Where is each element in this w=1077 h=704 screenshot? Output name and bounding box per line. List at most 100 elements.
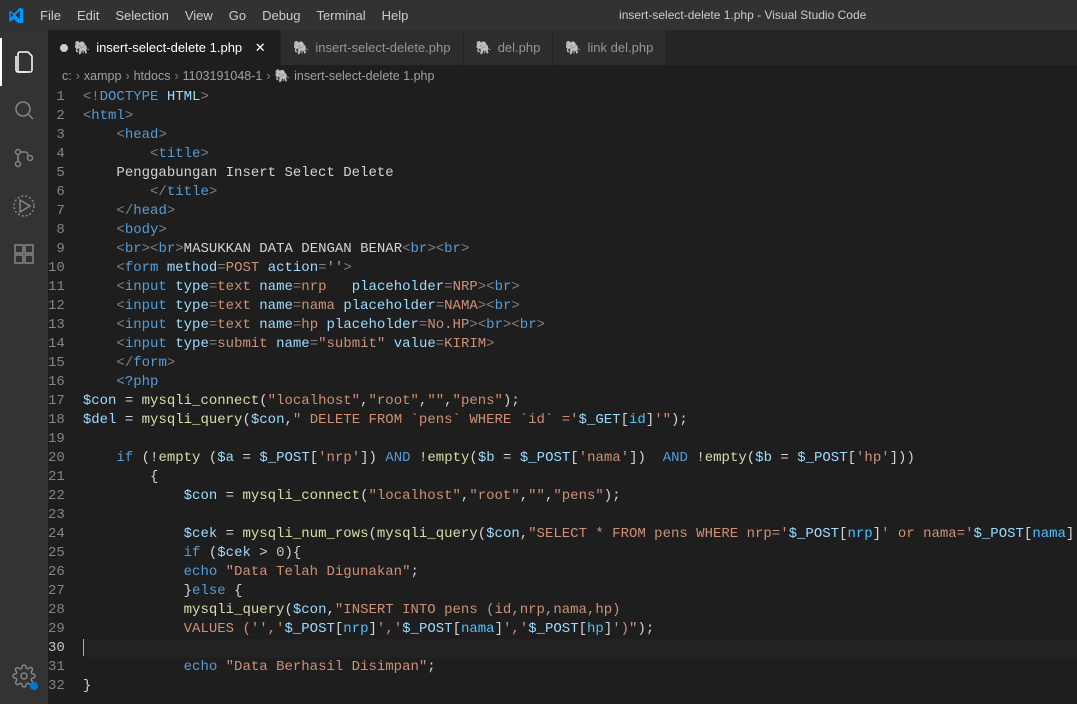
vscode-logo-icon — [8, 7, 24, 23]
code-line[interactable] — [83, 430, 1077, 449]
menu-item-view[interactable]: View — [177, 0, 221, 30]
menu-item-selection[interactable]: Selection — [107, 0, 176, 30]
line-number: 29 — [48, 620, 65, 639]
debug-alt-icon[interactable] — [0, 182, 48, 230]
window-title: insert-select-delete 1.php - Visual Stud… — [416, 8, 1069, 22]
line-number: 31 — [48, 658, 65, 677]
line-number: 11 — [48, 278, 65, 297]
code-line[interactable]: <input type=text name=nrp placeholder=NR… — [83, 278, 1077, 297]
menu-item-go[interactable]: Go — [221, 0, 254, 30]
breadcrumb-file[interactable]: insert-select-delete 1.php — [294, 69, 434, 83]
tab-label: link del.php — [588, 40, 654, 55]
chevron-right-icon: › — [174, 69, 178, 83]
line-number: 3 — [48, 126, 65, 145]
line-number: 30 — [48, 639, 65, 658]
line-number: 15 — [48, 354, 65, 373]
tab-label: del.php — [498, 40, 541, 55]
code-line[interactable]: { — [83, 468, 1077, 487]
line-number: 7 — [48, 202, 65, 221]
line-number: 32 — [48, 677, 65, 696]
code-line[interactable]: if (!empty ($a = $_POST['nrp']) AND !emp… — [83, 449, 1077, 468]
line-number: 28 — [48, 601, 65, 620]
code-line[interactable]: <?php — [83, 373, 1077, 392]
code-line[interactable]: }else { — [83, 582, 1077, 601]
tab-2[interactable]: 🐘 del.php — [464, 30, 554, 65]
code-line[interactable]: <body> — [83, 221, 1077, 240]
breadcrumb-part[interactable]: 1103191048-1 — [183, 69, 263, 83]
code-line[interactable] — [83, 639, 1077, 658]
line-number-gutter: 1234567891011121314151617181920212223242… — [48, 87, 83, 704]
breadcrumb-part[interactable]: xampp — [84, 69, 122, 83]
chevron-right-icon: › — [76, 69, 80, 83]
tab-1[interactable]: 🐘insert-select-delete.php — [281, 30, 463, 65]
line-number: 22 — [48, 487, 65, 506]
code-line[interactable]: Penggabungan Insert Select Delete — [83, 164, 1077, 183]
tab-3[interactable]: 🐘link del.php — [553, 30, 666, 65]
line-number: 19 — [48, 430, 65, 449]
line-number: 20 — [48, 449, 65, 468]
tab-label: insert-select-delete 1.php — [96, 40, 242, 55]
code-line[interactable]: VALUES ('','$_POST[nrp]','$_POST[nama]',… — [83, 620, 1077, 639]
settings-gear-icon[interactable] — [0, 652, 48, 700]
code-line[interactable] — [83, 506, 1077, 525]
code-line[interactable]: <html> — [83, 107, 1077, 126]
close-icon[interactable]: ✕ — [252, 40, 268, 56]
menu-item-help[interactable]: Help — [374, 0, 417, 30]
line-number: 25 — [48, 544, 65, 563]
code-line[interactable]: $con = mysqli_connect("localhost","root"… — [83, 487, 1077, 506]
line-number: 9 — [48, 240, 65, 259]
line-number: 2 — [48, 107, 65, 126]
code-line[interactable]: echo "Data Berhasil Disimpan"; — [83, 658, 1077, 677]
code-editor[interactable]: 1234567891011121314151617181920212223242… — [48, 87, 1077, 704]
code-line[interactable]: <head> — [83, 126, 1077, 145]
code-line[interactable]: </title> — [83, 183, 1077, 202]
chevron-right-icon: › — [266, 69, 270, 83]
line-number: 27 — [48, 582, 65, 601]
line-number: 23 — [48, 506, 65, 525]
code-line[interactable]: $del = mysqli_query($con," DELETE FROM `… — [83, 411, 1077, 430]
code-line[interactable]: if ($cek > 0){ — [83, 544, 1077, 563]
code-line[interactable]: <!DOCTYPE HTML> — [83, 88, 1077, 107]
line-number: 14 — [48, 335, 65, 354]
line-number: 5 — [48, 164, 65, 183]
code-line[interactable]: <br><br>MASUKKAN DATA DENGAN BENAR<br><b… — [83, 240, 1077, 259]
source-control-icon[interactable] — [0, 134, 48, 182]
code-content[interactable]: <!DOCTYPE HTML><html> <head> <title> Pen… — [83, 87, 1077, 704]
line-number: 17 — [48, 392, 65, 411]
breadcrumb[interactable]: c:›xampp›htdocs›1103191048-1›🐘insert-sel… — [48, 65, 1077, 87]
code-line[interactable]: <input type=text name=hp placeholder=No.… — [83, 316, 1077, 335]
line-number: 4 — [48, 145, 65, 164]
code-line[interactable]: <title> — [83, 145, 1077, 164]
menu-item-edit[interactable]: Edit — [69, 0, 107, 30]
line-number: 6 — [48, 183, 65, 202]
tab-label: insert-select-delete.php — [315, 40, 450, 55]
dirty-dot-icon — [60, 44, 68, 52]
code-line[interactable]: echo "Data Telah Digunakan"; — [83, 563, 1077, 582]
code-line[interactable]: <input type=submit name="submit" value=K… — [83, 335, 1077, 354]
files-icon[interactable] — [0, 38, 48, 86]
line-number: 16 — [48, 373, 65, 392]
menu-item-file[interactable]: File — [32, 0, 69, 30]
code-line[interactable]: mysqli_query($con,"INSERT INTO pens (id,… — [83, 601, 1077, 620]
code-line[interactable]: $con = mysqli_connect("localhost","root"… — [83, 392, 1077, 411]
code-line[interactable]: </head> — [83, 202, 1077, 221]
tab-0[interactable]: 🐘insert-select-delete 1.php✕ — [48, 30, 281, 65]
search-icon[interactable] — [0, 86, 48, 134]
title-bar: FileEditSelectionViewGoDebugTerminalHelp… — [0, 0, 1077, 30]
code-line[interactable]: <input type=text name=nama placeholder=N… — [83, 297, 1077, 316]
breadcrumb-part[interactable]: c: — [62, 69, 72, 83]
breadcrumb-part[interactable]: htdocs — [134, 69, 171, 83]
menu-item-terminal[interactable]: Terminal — [308, 0, 373, 30]
activity-bar — [0, 30, 48, 704]
php-icon: 🐘 — [476, 40, 492, 56]
php-icon: 🐘 — [275, 69, 291, 84]
line-number: 1 — [48, 88, 65, 107]
code-line[interactable]: <form method=POST action=''> — [83, 259, 1077, 278]
menu-bar: FileEditSelectionViewGoDebugTerminalHelp — [32, 0, 416, 30]
line-number: 12 — [48, 297, 65, 316]
code-line[interactable]: </form> — [83, 354, 1077, 373]
code-line[interactable]: } — [83, 677, 1077, 696]
extensions-icon[interactable] — [0, 230, 48, 278]
menu-item-debug[interactable]: Debug — [254, 0, 308, 30]
code-line[interactable]: $cek = mysqli_num_rows(mysqli_query($con… — [83, 525, 1077, 544]
